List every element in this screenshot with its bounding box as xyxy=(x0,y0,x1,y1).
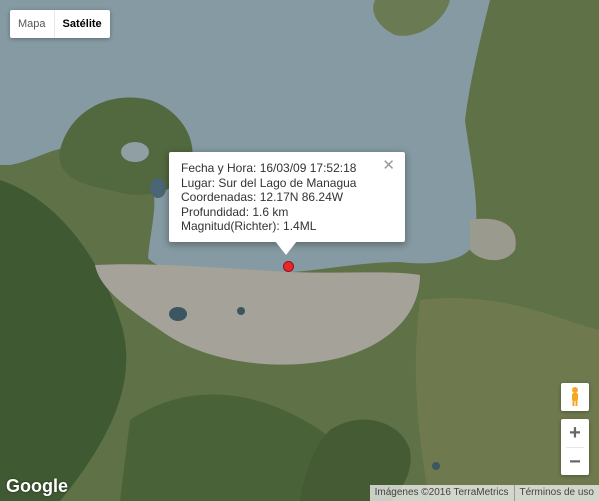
pegman-icon xyxy=(572,387,578,406)
satellite-map[interactable]: Mapa Satélite Fecha y Hora: 16/03/09 17:… xyxy=(0,0,599,501)
satellite-imagery xyxy=(0,0,599,501)
terms-link[interactable]: Términos de uso xyxy=(514,485,599,501)
map-type-mapa-button[interactable]: Mapa xyxy=(10,10,55,38)
map-type-control: Mapa Satélite xyxy=(10,10,110,38)
pegman-button[interactable] xyxy=(561,383,589,411)
zoom-out-button[interactable]: − xyxy=(561,448,589,476)
zoom-control: + − xyxy=(561,419,589,475)
info-magnitude: Magnitud(Richter): 1.4ML xyxy=(181,219,317,233)
info-depth: Profundidad: 1.6 km xyxy=(181,204,289,219)
info-window-tail xyxy=(275,241,297,255)
info-coordinates: Coordenadas: 12.17N 86.24W xyxy=(181,190,344,204)
imagery-attribution: Imágenes ©2016 TerraMetrics xyxy=(369,485,514,501)
earthquake-marker[interactable] xyxy=(283,261,294,272)
google-logo: Google xyxy=(6,476,68,496)
attribution-bar: Imágenes ©2016 TerraMetrics Términos de … xyxy=(369,485,599,501)
info-window: Fecha y Hora: 16/03/09 17:52:18 Lugar: S… xyxy=(169,152,405,242)
close-icon[interactable]: ✕ xyxy=(382,156,395,174)
info-place: Lugar: Sur del Lago de Managua xyxy=(181,175,357,190)
zoom-in-button[interactable]: + xyxy=(561,419,589,447)
info-datetime: Fecha y Hora: 16/03/09 17:52:18 xyxy=(181,161,357,175)
map-type-satelite-button[interactable]: Satélite xyxy=(55,10,110,38)
